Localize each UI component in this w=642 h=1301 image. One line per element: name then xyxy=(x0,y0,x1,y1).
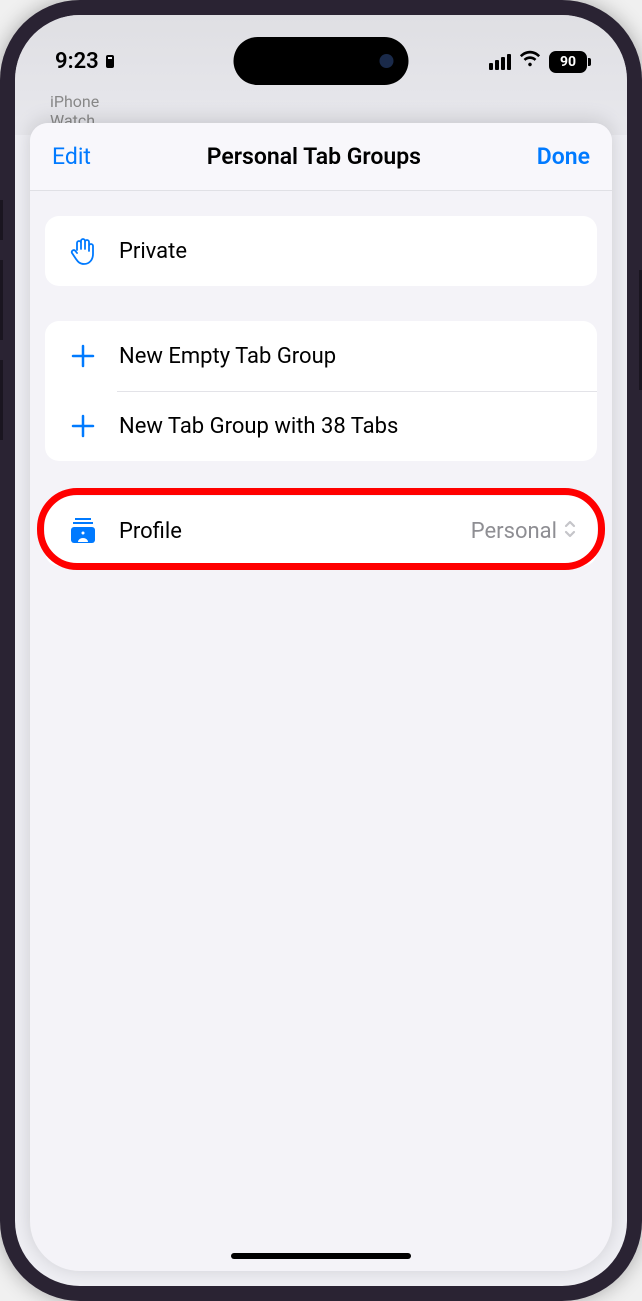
new-tab-group-section: New Empty Tab Group New Tab Group with 3… xyxy=(45,321,597,461)
private-item[interactable]: Private xyxy=(45,216,597,286)
profile-label: Profile xyxy=(119,519,471,544)
new-with-tabs-label: New Tab Group with 38 Tabs xyxy=(119,414,577,439)
plus-icon xyxy=(65,338,101,374)
front-camera xyxy=(380,54,394,68)
private-group: Private xyxy=(45,216,597,286)
wifi-icon xyxy=(519,48,541,76)
side-buttons xyxy=(0,200,3,460)
done-button[interactable]: Done xyxy=(537,143,590,170)
new-empty-label: New Empty Tab Group xyxy=(119,344,577,369)
cellular-signal-icon xyxy=(489,54,511,70)
hand-icon xyxy=(65,233,101,269)
private-label: Private xyxy=(119,239,577,264)
edit-button[interactable]: Edit xyxy=(52,143,91,170)
chevron-up-down-icon xyxy=(563,519,577,543)
sheet-title: Personal Tab Groups xyxy=(207,143,421,170)
battery-indicator: 90 xyxy=(549,51,587,73)
new-empty-tab-group-item[interactable]: New Empty Tab Group xyxy=(45,321,597,391)
sheet-header: Edit Personal Tab Groups Done xyxy=(30,123,612,191)
status-time: 9:23 xyxy=(55,49,117,74)
new-tab-group-with-tabs-item[interactable]: New Tab Group with 38 Tabs xyxy=(45,391,597,461)
profile-icon xyxy=(65,513,101,549)
profile-value: Personal xyxy=(471,519,557,544)
home-indicator[interactable] xyxy=(231,1253,411,1259)
profile-section: Profile Personal xyxy=(45,496,597,566)
tab-groups-sheet: Edit Personal Tab Groups Done Private xyxy=(30,123,612,1271)
location-icon xyxy=(103,54,117,70)
plus-icon xyxy=(65,408,101,444)
profile-item[interactable]: Profile Personal xyxy=(45,496,597,566)
screen: iPhone Watch 9:23 xyxy=(15,15,627,1286)
dynamic-island xyxy=(234,37,409,85)
phone-frame: iPhone Watch 9:23 xyxy=(0,0,642,1301)
